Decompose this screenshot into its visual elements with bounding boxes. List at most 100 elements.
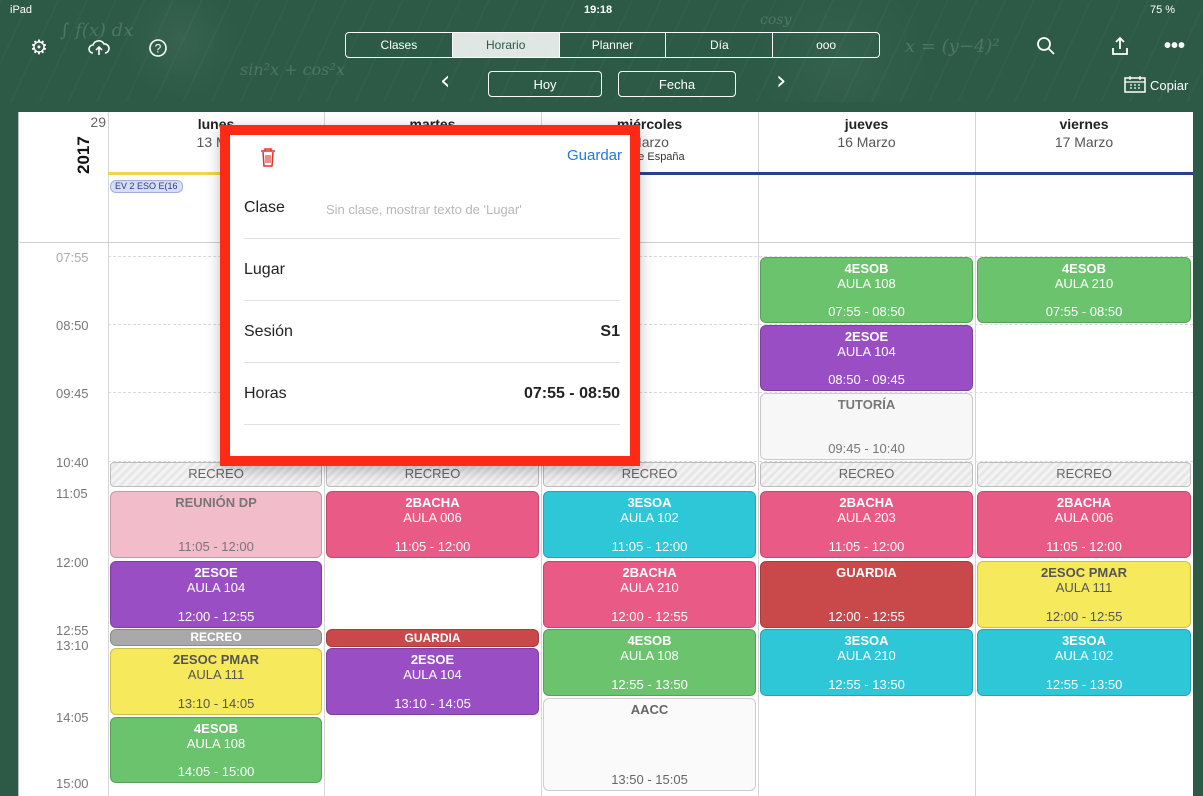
event-room: AULA 102 <box>620 510 679 525</box>
hours-field[interactable]: Horas 07:55 - 08:50 <box>244 363 620 425</box>
time-label: 11:05 <box>56 486 88 501</box>
day-header-thursday[interactable]: jueves 16 Marzo <box>758 116 975 150</box>
location-field[interactable]: Lugar <box>244 239 620 301</box>
battery-label: 75 % <box>1150 4 1176 16</box>
event-title: GUARDIA <box>404 631 461 645</box>
class-event[interactable]: 2ESOE AULA 104 12:00 - 12:55 <box>110 561 322 628</box>
event-title: 3ESOA <box>844 633 889 648</box>
time-label: 12:55 <box>56 623 89 638</box>
year-label: 2017 <box>74 136 93 174</box>
event-title: 2BACHA <box>405 495 460 510</box>
event-room: AULA 006 <box>1054 510 1114 525</box>
class-event[interactable]: 2BACHA AULA 203 11:05 - 12:00 <box>760 491 973 558</box>
day-header-friday[interactable]: viernes 17 Marzo <box>975 116 1193 150</box>
event-title: 3ESOA <box>1061 633 1107 648</box>
event-title: 2BACHA <box>1056 495 1112 510</box>
class-event[interactable]: AACC 13:50 - 15:05 <box>543 698 756 791</box>
recreo-block[interactable]: RECREO <box>977 462 1191 487</box>
class-event[interactable]: 3ESOA AULA 102 12:55 - 13:50 <box>977 629 1191 696</box>
date-button[interactable]: Fecha <box>618 71 736 97</box>
event-room: AULA 104 <box>403 667 462 682</box>
help-icon[interactable]: ? <box>148 38 168 62</box>
class-event[interactable]: 3ESOA AULA 210 12:55 - 13:50 <box>760 629 973 696</box>
event-time: 11:05 - 12:00 <box>1046 539 1122 554</box>
week-number: 29 <box>90 114 106 130</box>
recreo-block[interactable]: RECREO <box>110 629 322 646</box>
field-value: S1 <box>600 323 620 340</box>
class-event[interactable]: 2BACHA AULA 210 12:00 - 12:55 <box>543 561 756 628</box>
day-name: viernes <box>1059 116 1109 132</box>
class-event[interactable]: 3ESOA AULA 102 11:05 - 12:00 <box>543 491 756 558</box>
more-icon[interactable]: ••• <box>1164 36 1185 56</box>
event-room: AULA 210 <box>1054 276 1114 291</box>
recreo-block[interactable]: RECREO <box>760 462 973 487</box>
save-button[interactable]: Guardar <box>567 147 622 164</box>
tab-planner[interactable]: Planner <box>560 33 667 57</box>
class-event[interactable]: 4ESOB AULA 108 12:55 - 13:50 <box>543 629 756 696</box>
class-event[interactable]: 4ESOB AULA 108 14:05 - 15:00 <box>110 717 322 783</box>
device-label: iPad <box>10 4 33 16</box>
event-room: AULA 203 <box>837 510 896 525</box>
event-title: 2BACHA <box>622 565 677 580</box>
class-placeholder: Sin clase, mostrar texto de 'Lugar' <box>326 202 522 217</box>
event-title: 2ESOE <box>844 329 889 344</box>
class-event[interactable]: 2ESOC PMAR AULA 111 12:00 - 12:55 <box>977 561 1191 628</box>
day-name: jueves <box>844 116 889 132</box>
class-event[interactable]: 2BACHA AULA 006 11:05 - 12:00 <box>977 491 1191 558</box>
event-time: 12:00 - 12:55 <box>177 609 255 624</box>
share-icon[interactable] <box>1110 36 1130 60</box>
event-title: RECREO <box>190 630 242 644</box>
copy-label[interactable]: Copiar <box>1150 78 1188 93</box>
calendar-icon[interactable] <box>1124 75 1146 97</box>
event-time: 12:55 - 13:50 <box>611 677 688 692</box>
class-event[interactable]: 2ESOE AULA 104 08:50 - 09:45 <box>760 325 973 391</box>
gear-icon[interactable]: ⚙ <box>30 38 48 58</box>
allday-event[interactable]: EV 2 ESO E(16 <box>110 180 183 193</box>
event-title: 2ESOE <box>194 565 238 580</box>
today-button[interactable]: Hoy <box>488 71 602 97</box>
tab-more[interactable]: ooo <box>773 33 879 57</box>
chalk-decoration: x = (y−4)² <box>905 36 1000 57</box>
time-label: 12:00 <box>56 555 89 570</box>
event-title: 3ESOA <box>627 495 672 510</box>
chalk-decoration: sin²x + cos²x <box>240 60 345 79</box>
time-label: 10:40 <box>56 455 89 470</box>
class-event[interactable]: 2ESOE AULA 104 13:10 - 14:05 <box>326 648 539 715</box>
event-time: 07:55 - 08:50 <box>1045 304 1123 319</box>
event-title: REUNIÓN DP <box>175 495 257 510</box>
class-event[interactable]: GUARDIA 12:00 - 12:55 <box>760 561 973 628</box>
class-event[interactable]: 4ESOB AULA 210 07:55 - 08:50 <box>977 257 1191 323</box>
event-time: 07:55 - 08:50 <box>828 304 905 319</box>
class-event[interactable]: REUNIÓN DP 11:05 - 12:00 <box>110 491 322 558</box>
search-icon[interactable] <box>1036 36 1056 60</box>
event-room: AULA 210 <box>837 648 896 663</box>
class-event[interactable]: GUARDIA <box>326 629 539 647</box>
event-room: AULA 104 <box>186 580 246 595</box>
event-title: AACC <box>630 702 669 717</box>
trash-icon[interactable] <box>260 147 276 172</box>
event-time: 13:10 - 14:05 <box>177 696 255 711</box>
tab-dia[interactable]: Día <box>666 33 774 57</box>
chevron-right-icon[interactable]: › <box>776 66 786 96</box>
event-title: GUARDIA <box>836 565 897 580</box>
tab-horario[interactable]: Horario <box>452 33 560 57</box>
class-event[interactable]: 2ESOC PMAR AULA 111 13:10 - 14:05 <box>110 648 322 715</box>
cloud-upload-icon[interactable] <box>88 38 110 62</box>
edit-session-popover: Guardar Clase Sin clase, mostrar texto d… <box>220 125 640 466</box>
time-label: 07:55 <box>56 250 89 265</box>
class-field[interactable]: Clase Sin clase, mostrar texto de 'Lugar… <box>244 177 620 239</box>
event-time: 11:05 - 12:00 <box>828 539 905 554</box>
event-time: 12:00 - 12:55 <box>611 609 688 624</box>
class-event[interactable]: TUTORÍA 09:45 - 10:40 <box>760 393 973 460</box>
tab-clases[interactable]: Clases <box>346 33 453 57</box>
event-room: AULA 108 <box>620 648 679 663</box>
column-divider <box>758 112 759 796</box>
class-event[interactable]: 4ESOB AULA 108 07:55 - 08:50 <box>760 257 973 323</box>
chevron-left-icon[interactable]: ‹ <box>440 66 450 96</box>
class-event[interactable]: 2BACHA AULA 006 11:05 - 12:00 <box>326 491 539 558</box>
event-time: 12:00 - 12:55 <box>1045 609 1123 624</box>
day-date: 17 Marzo <box>1054 134 1114 150</box>
time-label: 09:45 <box>56 386 89 401</box>
session-field[interactable]: Sesión S1 <box>244 301 620 363</box>
event-room: AULA 210 <box>620 580 679 595</box>
